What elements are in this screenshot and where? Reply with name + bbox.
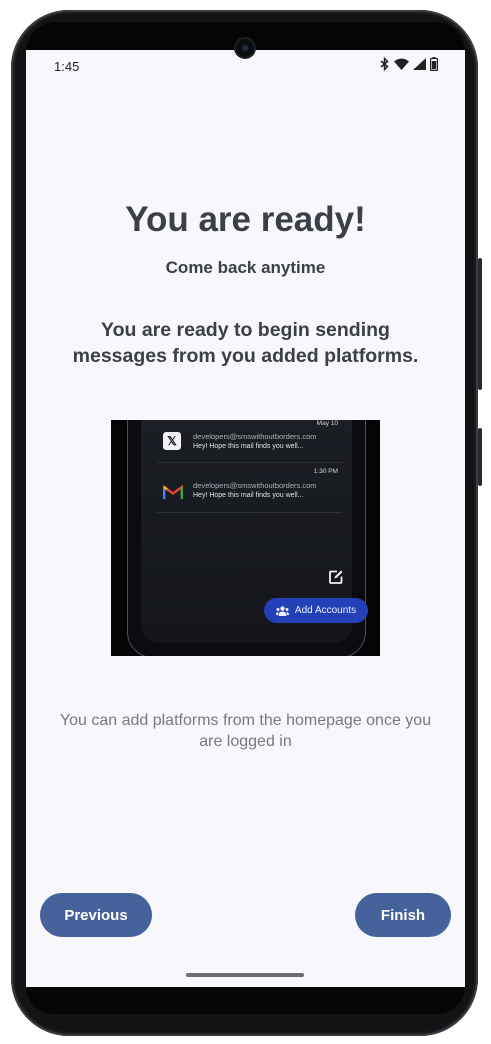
finish-button[interactable]: Finish [355,893,451,937]
gmail-logo-icon [163,484,183,499]
app-preview-image: May 10 𝕏 developers@smswithoutborders.co… [111,420,380,656]
page-subtitle: Come back anytime [165,258,326,277]
front-camera [236,39,254,57]
signal-icon [413,58,426,70]
status-icons [379,57,438,71]
home-indicator[interactable] [186,973,304,977]
bottom-bezel [26,986,465,1014]
preview-row: developers@smswithoutborders.com Hey! Ho… [193,481,343,499]
wifi-icon [394,58,409,70]
previous-button[interactable]: Previous [40,893,152,937]
preview-message: Hey! Hope this mail finds you well... [193,492,304,499]
volume-button [478,258,482,390]
preview-divider [157,462,342,463]
screen: 1:45 You are ready! Come back anytime Yo… [26,50,465,987]
hint-text: You can add platforms from the homepage … [59,712,432,750]
preview-message: Hey! Hope this mail finds you well... [193,443,304,450]
battery-icon [430,57,438,71]
preview-screen: May 10 𝕏 developers@smswithoutborders.co… [141,420,368,643]
preview-add-accounts-button: Add Accounts [264,598,368,623]
x-logo-icon: 𝕏 [163,432,181,450]
preview-divider [157,512,342,513]
status-time: 1:45 [54,59,80,74]
preview-date: 1:30 PM [313,468,338,475]
page-title: You are ready! [125,200,366,239]
edit-icon [329,570,343,584]
power-button [478,428,482,486]
preview-add-accounts-label: Add Accounts [294,605,357,616]
people-icon [275,605,289,616]
preview-date: May 10 [316,420,338,427]
lead-text: You are ready to begin sending messages … [72,319,419,367]
bluetooth-icon [379,57,390,71]
preview-email: developers@smswithoutborders.com [193,432,317,441]
preview-row: developers@smswithoutborders.com Hey! Ho… [193,432,343,450]
preview-email: developers@smswithoutborders.com [193,481,317,490]
